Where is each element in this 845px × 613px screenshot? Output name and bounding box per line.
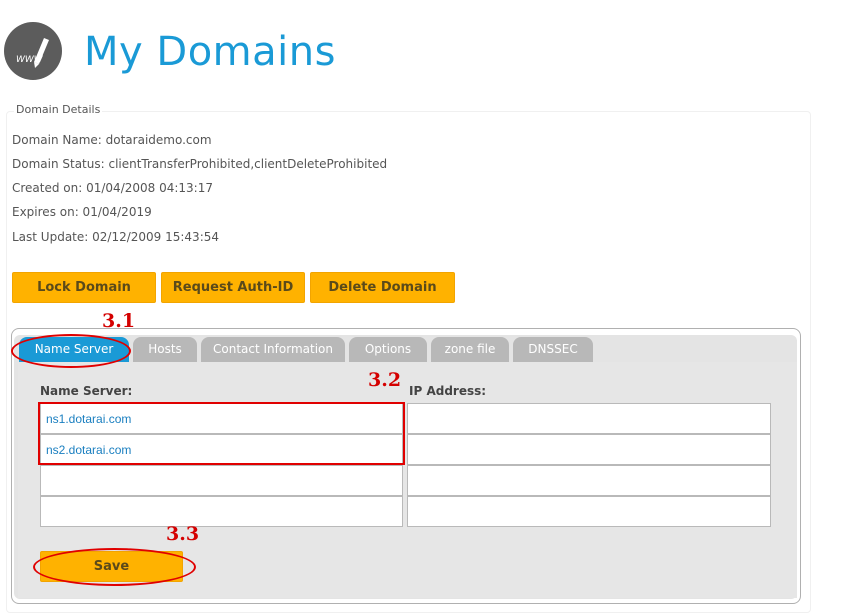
tab-name-server[interactable]: Name Server <box>19 337 129 362</box>
annotation-3-3: 3.3 <box>166 523 200 545</box>
annotation-3-1: 3.1 <box>102 310 136 332</box>
domain-status-text: Domain Status: clientTransferProhibited,… <box>12 157 388 171</box>
tab-hosts[interactable]: Hosts <box>133 337 197 362</box>
ip-address-input-3[interactable] <box>407 465 771 496</box>
tab-contact-information[interactable]: Contact Information <box>201 337 345 362</box>
domain-details-legend: Domain Details <box>14 103 103 116</box>
name-server-input-2[interactable] <box>40 434 403 465</box>
lock-domain-button[interactable]: Lock Domain <box>12 272 156 303</box>
name-server-input-4[interactable] <box>40 496 403 527</box>
ip-address-input-1[interactable] <box>407 403 771 434</box>
ip-address-column-label: IP Address: <box>409 384 487 398</box>
ip-address-input-2[interactable] <box>407 434 771 465</box>
delete-domain-button[interactable]: Delete Domain <box>310 272 455 303</box>
expires-on-text: Expires on: 01/04/2019 <box>12 205 152 219</box>
name-server-column-label: Name Server: <box>40 384 133 398</box>
created-on-text: Created on: 01/04/2008 04:13:17 <box>12 181 213 195</box>
tab-zone-file[interactable]: zone file <box>431 337 509 362</box>
name-server-input-3[interactable] <box>40 465 403 496</box>
page-title: My Domains <box>84 29 336 75</box>
www-logo-icon: WWW <box>4 22 62 80</box>
request-auth-id-button[interactable]: Request Auth-ID <box>161 272 305 303</box>
name-server-input-1[interactable] <box>40 403 403 434</box>
tab-dnssec[interactable]: DNSSEC <box>513 337 593 362</box>
ip-address-input-4[interactable] <box>407 496 771 527</box>
last-update-text: Last Update: 02/12/2009 15:43:54 <box>12 230 219 244</box>
annotation-3-2: 3.2 <box>368 369 402 391</box>
domain-name-text: Domain Name: dotaraidemo.com <box>12 133 212 147</box>
tab-options[interactable]: Options <box>349 337 427 362</box>
save-button[interactable]: Save <box>40 551 183 582</box>
svg-text:WWW: WWW <box>16 55 44 65</box>
